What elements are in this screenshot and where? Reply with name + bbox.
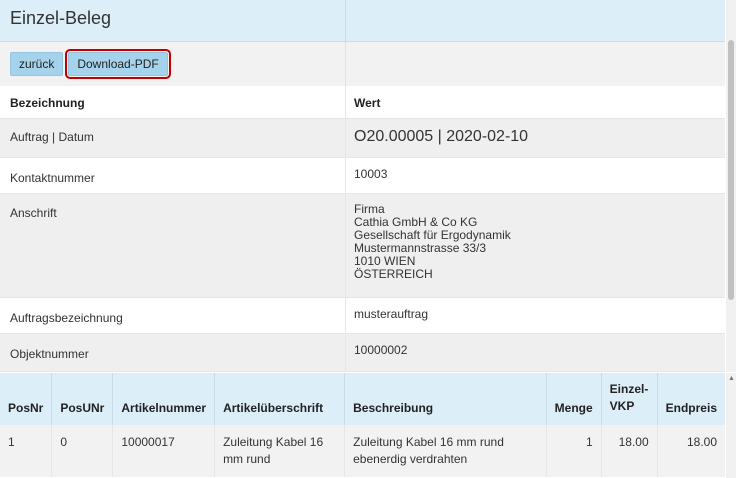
scroll-up-arrow-icon[interactable]: ▲: [728, 375, 735, 382]
details-header-row: Bezeichnung Wert: [0, 86, 725, 119]
button-bar: zurück Download-PDF: [0, 42, 725, 86]
detail-label: Kontaktnummer: [0, 158, 346, 193]
col-header-einzel-vkp-line2: VKP: [609, 399, 635, 413]
cell-posunr: 0: [51, 425, 114, 477]
detail-value-auftrag: O20.00005 | 2020-02-10: [354, 128, 529, 145]
cell-artikelueberschrift: Zuleitung Kabel 16 mm rund: [214, 425, 346, 477]
col-header-endpreis: Endpreis: [665, 401, 717, 415]
page-header: Einzel-Beleg: [0, 0, 725, 42]
cell-beschreibung: Zuleitung Kabel 16 mm rund ebenerdig ver…: [344, 425, 547, 477]
col-header-artikelueberschrift: Artikelüberschrift: [214, 373, 346, 425]
detail-value-objektnummer: 10000002: [354, 343, 408, 357]
detail-label: Objektnummer: [0, 334, 346, 371]
table-row: 1 0 10000017 Zuleitung Kabel 16 mm rund …: [0, 425, 725, 477]
cell-einzel-vkp: 18.00: [601, 425, 658, 477]
column-header-label: Bezeichnung: [0, 86, 346, 118]
detail-row-objektnummer: Objektnummer 10000002: [0, 334, 725, 372]
detail-value-auftragsbezeichnung: musterauftrag: [354, 307, 429, 321]
detail-row-anschrift: Anschrift Firma Cathia GmbH & Co KG Gese…: [0, 194, 725, 298]
col-header-einzel-vkp-line1: Einzel-: [609, 382, 649, 396]
detail-row-kontakt: Kontaktnummer 10003: [0, 158, 725, 194]
positions-panel: PosNr PosUNr Artikelnummer Artikelübersc…: [0, 373, 725, 478]
detail-label: Auftrag | Datum: [0, 119, 346, 157]
cell-artikelnummer: 10000017: [112, 425, 216, 477]
cell-endpreis: 18.00: [686, 435, 717, 449]
col-header-posnr: PosNr: [0, 373, 53, 425]
cell-menge: 1: [546, 425, 602, 477]
page-title: Einzel-Beleg: [0, 0, 346, 41]
detail-panel: Einzel-Beleg zurück Download-PDF Bezeich…: [0, 0, 725, 372]
positions-table: PosNr PosUNr Artikelnummer Artikelübersc…: [0, 373, 725, 477]
col-header-menge: Menge: [546, 373, 602, 425]
col-header-posunr: PosUNr: [51, 373, 114, 425]
detail-value-anschrift: Firma Cathia GmbH & Co KG Gesellschaft f…: [346, 194, 725, 297]
column-header-value: Wert: [354, 96, 381, 110]
detail-label: Anschrift: [0, 194, 346, 297]
col-header-artikelnummer: Artikelnummer: [112, 373, 216, 425]
table-header-row: PosNr PosUNr Artikelnummer Artikelübersc…: [0, 373, 725, 425]
detail-value-kontakt: 10003: [354, 167, 388, 181]
address-line: ÖSTERREICH: [354, 267, 433, 281]
scrollbar-thumb[interactable]: [728, 40, 734, 300]
col-header-einzel-vkp: Einzel- VKP: [601, 373, 658, 425]
back-button[interactable]: zurück: [10, 52, 64, 76]
detail-row-auftragsbezeichnung: Auftragsbezeichnung musterauftrag: [0, 298, 725, 334]
detail-row-auftrag: Auftrag | Datum O20.00005 | 2020-02-10: [0, 119, 725, 158]
col-header-beschreibung: Beschreibung: [344, 373, 547, 425]
scrollbar[interactable]: [726, 0, 736, 372]
download-pdf-button[interactable]: Download-PDF: [65, 49, 171, 79]
detail-label: Auftragsbezeichnung: [0, 298, 346, 333]
scrollbar[interactable]: ▲: [726, 373, 736, 478]
cell-posnr: 1: [0, 425, 53, 477]
